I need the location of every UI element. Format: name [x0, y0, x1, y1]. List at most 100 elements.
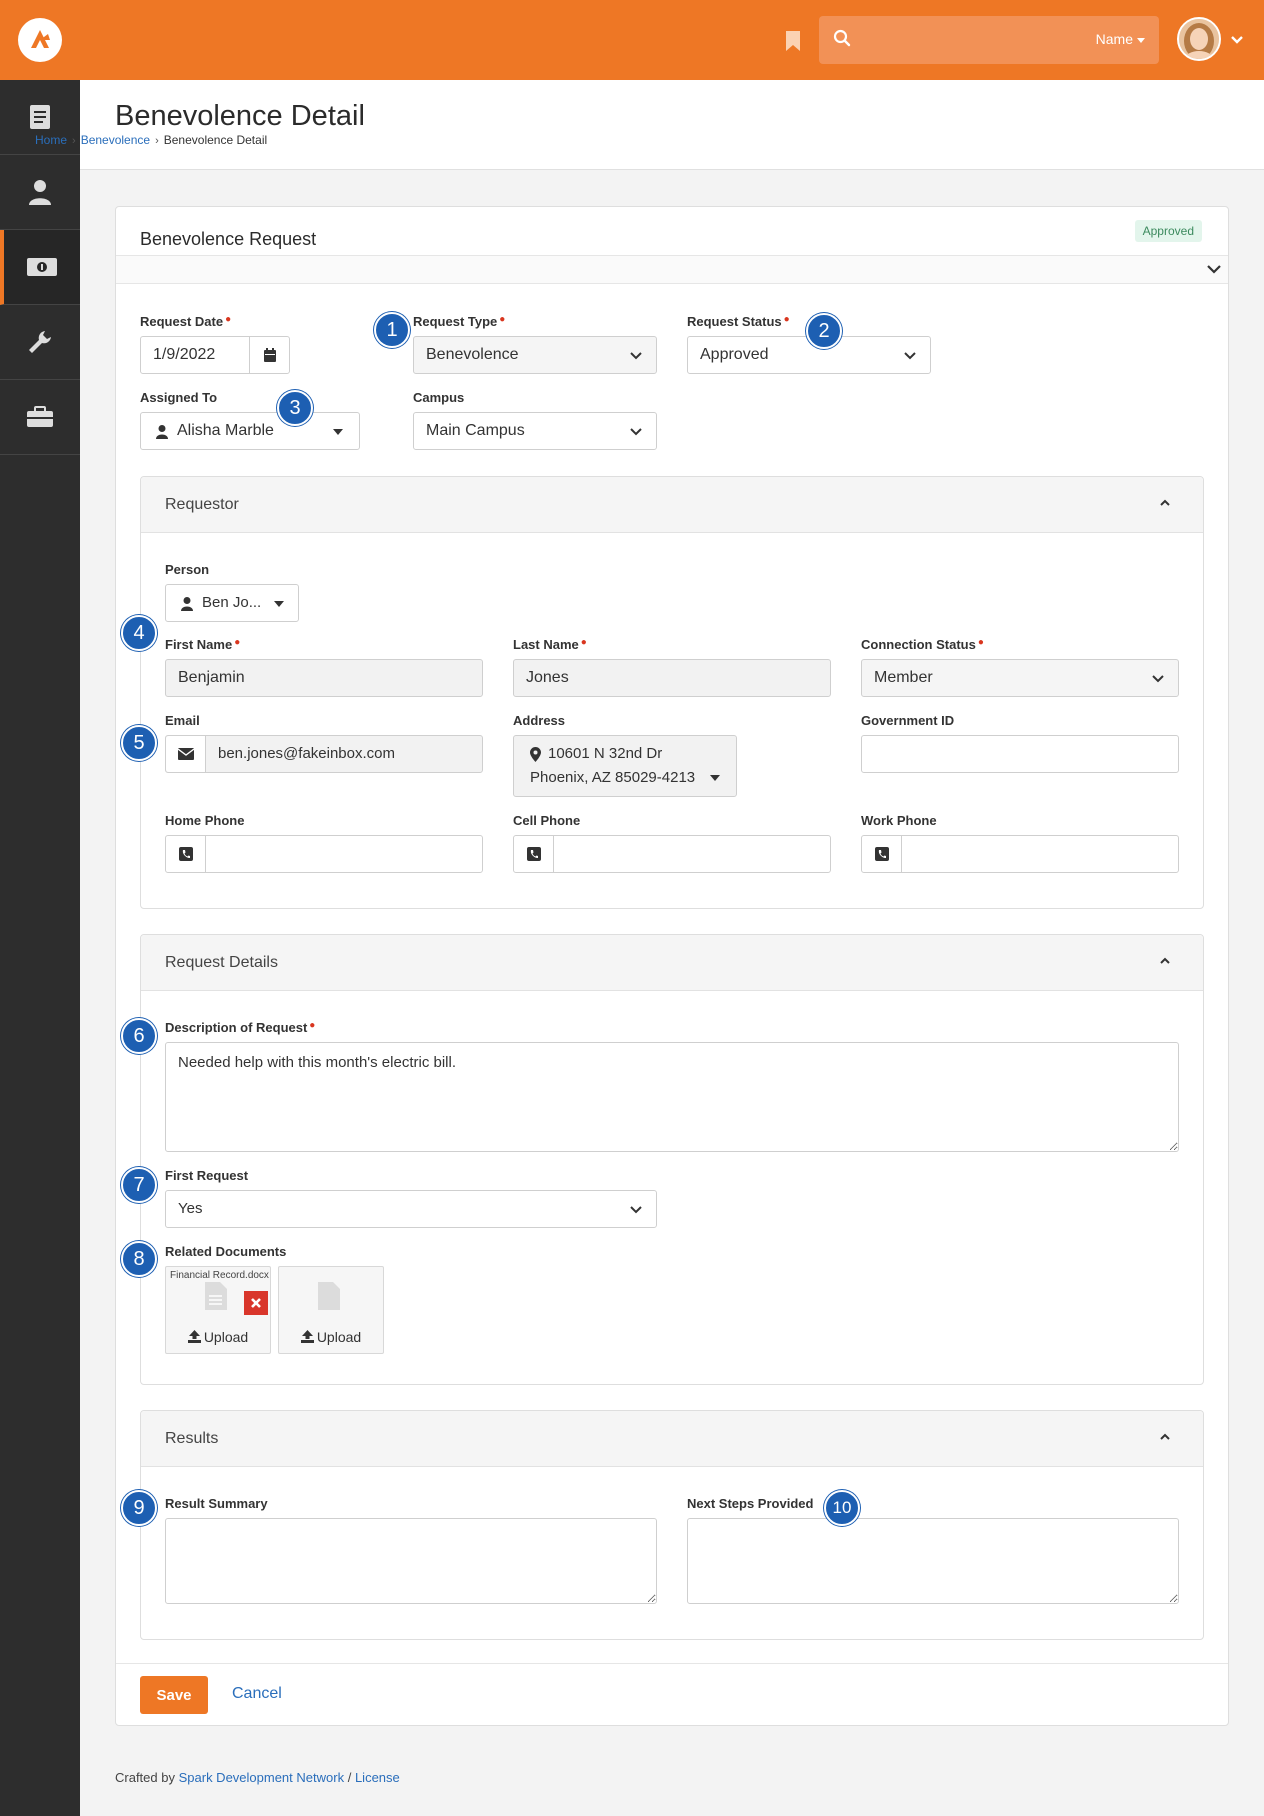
avatar[interactable] — [1177, 17, 1221, 61]
requestor-section-header[interactable]: Requestor — [141, 477, 1203, 533]
request-type-label: Request Type ● — [413, 314, 505, 329]
results-section-header[interactable]: Results — [141, 1411, 1203, 1467]
search-icon — [833, 29, 851, 52]
first-request-value: Yes — [178, 1200, 203, 1217]
breadcrumb-home[interactable]: Home — [35, 133, 67, 147]
last-name-value: Jones — [526, 669, 569, 686]
related-documents-label: Related Documents — [165, 1244, 287, 1259]
callout-marker: 1 — [374, 312, 410, 348]
callout-marker: 8 — [121, 1241, 157, 1277]
chevron-up-icon[interactable] — [1159, 499, 1171, 507]
request-details-section-header[interactable]: Request Details — [141, 935, 1203, 991]
request-details-section: Request Details Description of Request ● … — [140, 934, 1204, 1385]
chevron-up-icon[interactable] — [1159, 957, 1171, 965]
email-label: Email — [165, 713, 200, 728]
benevolence-request-panel: Benevolence Request Approved Request Dat… — [115, 206, 1229, 1726]
connection-status-label-text: Connection Status — [861, 637, 976, 652]
result-summary-textarea[interactable] — [165, 1518, 657, 1604]
assigned-to-picker[interactable]: Alisha Marble — [140, 412, 360, 450]
home-phone-label: Home Phone — [165, 813, 245, 828]
request-details-section-title: Request Details — [165, 954, 278, 971]
panel-drawer — [116, 256, 1228, 284]
government-id-field[interactable] — [861, 735, 1179, 773]
address-picker[interactable]: 10601 N 32nd Dr Phoenix, AZ 85029-4213 — [513, 735, 737, 797]
sidebar-item-tools[interactable] — [0, 380, 80, 455]
callout-marker: 3 — [277, 390, 313, 426]
campus-value: Main Campus — [426, 422, 525, 439]
save-button[interactable]: Save — [140, 1676, 208, 1714]
chevron-down-icon[interactable] — [1230, 32, 1244, 50]
cancel-button[interactable]: Cancel — [232, 1685, 282, 1703]
status-badge: Approved — [1134, 220, 1202, 242]
person-value: Ben Jo... — [202, 594, 262, 611]
required-indicator: ● — [225, 314, 232, 325]
request-type-select[interactable]: Benevolence — [413, 336, 657, 374]
required-indicator: ● — [783, 314, 790, 325]
callout-marker: 4 — [121, 615, 157, 651]
email-field[interactable]: ben.jones@fakeinbox.com — [165, 735, 483, 773]
callout-marker: 7 — [121, 1167, 157, 1203]
spark-link[interactable]: Spark Development Network — [179, 1770, 344, 1785]
document-icon — [30, 105, 50, 129]
caret-down-icon — [710, 775, 720, 781]
chevron-up-icon[interactable] — [1159, 1433, 1171, 1441]
first-name-label: First Name ● — [165, 637, 240, 652]
rock-logo-icon[interactable] — [18, 18, 62, 62]
sidebar-item-finance[interactable] — [0, 230, 80, 305]
page-title: Benevolence Detail — [115, 100, 365, 132]
search-bar: Name — [819, 16, 1159, 64]
chevron-right-icon: › — [72, 135, 76, 147]
address-line1: 10601 N 32nd Dr — [548, 745, 663, 762]
document-uploader[interactable]: Upload — [278, 1266, 384, 1354]
callout-marker: 2 — [806, 313, 842, 349]
person-picker[interactable]: Ben Jo... — [165, 584, 299, 622]
sidebar-item-admin-tools[interactable] — [0, 305, 80, 380]
caret-down-icon — [1137, 37, 1145, 43]
required-indicator: ● — [309, 1020, 316, 1031]
last-name-field[interactable]: Jones — [513, 659, 831, 697]
document-filename: Financial Record.docx — [170, 1270, 269, 1281]
connection-status-select[interactable]: Member — [861, 659, 1179, 697]
last-name-label-text: Last Name — [513, 637, 579, 652]
breadcrumb-benevolence[interactable]: Benevolence — [81, 133, 150, 147]
first-name-label-text: First Name — [165, 637, 233, 652]
cell-phone-field[interactable] — [513, 835, 831, 873]
chevron-down-icon[interactable] — [1206, 262, 1222, 280]
file-icon — [318, 1282, 340, 1310]
upload-icon — [187, 1330, 201, 1343]
requestor-section-title: Requestor — [165, 496, 239, 513]
remove-icon[interactable] — [244, 1291, 268, 1315]
document-uploader[interactable]: Financial Record.docx Upload — [165, 1266, 271, 1354]
search-filter-dropdown[interactable]: Name — [1096, 31, 1145, 47]
upload-button[interactable]: Upload — [166, 1329, 270, 1345]
address-label: Address — [513, 713, 566, 728]
top-bar: Name — [0, 0, 1264, 80]
required-indicator: ● — [580, 637, 587, 648]
sidebar — [0, 80, 80, 1816]
envelope-icon — [166, 736, 206, 772]
upload-button[interactable]: Upload — [279, 1329, 383, 1345]
search-input[interactable] — [863, 26, 1063, 54]
license-link[interactable]: License — [355, 1770, 400, 1785]
footer-separator: / — [347, 1770, 352, 1785]
phone-icon — [862, 836, 902, 872]
result-summary-label: Result Summary — [165, 1496, 268, 1511]
breadcrumb-current: Benevolence Detail — [163, 133, 268, 147]
description-textarea[interactable]: Needed help with this month's electric b… — [165, 1042, 1179, 1152]
next-steps-textarea[interactable] — [687, 1518, 1179, 1604]
request-status-value: Approved — [700, 346, 769, 363]
calendar-icon[interactable] — [249, 337, 289, 373]
last-name-label: Last Name ● — [513, 637, 587, 652]
person-label: Person — [165, 562, 210, 577]
home-phone-field[interactable] — [165, 835, 483, 873]
work-phone-field[interactable] — [861, 835, 1179, 873]
required-indicator: ● — [977, 637, 984, 648]
request-status-label: Request Status ● — [687, 314, 790, 329]
request-date-field[interactable]: 1/9/2022 — [140, 336, 290, 374]
sidebar-item-people[interactable] — [0, 155, 80, 230]
first-request-select[interactable]: Yes — [165, 1190, 657, 1228]
campus-select[interactable]: Main Campus — [413, 412, 657, 450]
first-name-field[interactable]: Benjamin — [165, 659, 483, 697]
bookmark-icon[interactable] — [784, 30, 802, 52]
crafted-by-text: Crafted by — [115, 1770, 175, 1785]
